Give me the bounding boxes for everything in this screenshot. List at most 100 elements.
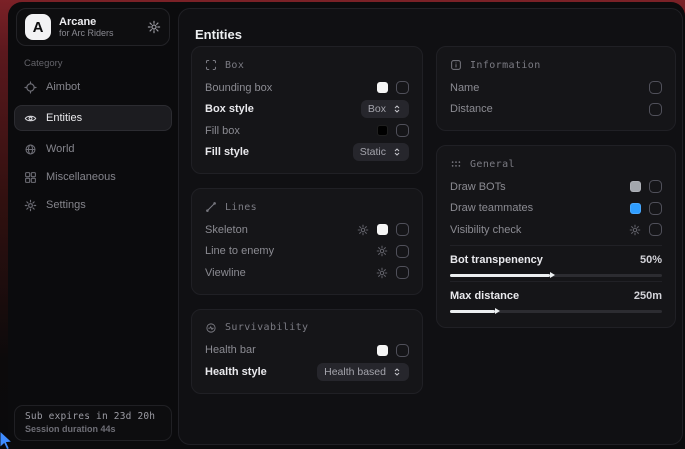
bounding-box-label: Bounding box (205, 82, 272, 94)
bot-transparency-label: Bot transpenency (450, 254, 543, 266)
sidebar-item-miscellaneous[interactable]: Miscellaneous (14, 165, 172, 189)
max-distance-slider-fill[interactable] (450, 310, 495, 313)
fill-box-checkbox[interactable] (396, 124, 409, 137)
viewline-checkbox[interactable] (396, 266, 409, 279)
sidebar-item-label: World (46, 143, 75, 155)
chevron-updown-icon (392, 104, 402, 114)
fill-box-color-swatch[interactable] (377, 125, 388, 136)
health-style-select[interactable]: Health based (317, 363, 409, 381)
box-style-row: Box style Box (205, 99, 409, 121)
sidebar-item-world[interactable]: World (14, 137, 172, 161)
info-icon (450, 59, 462, 71)
distance-checkbox[interactable] (649, 103, 662, 116)
distance-row: Distance (450, 99, 662, 121)
bounding-box-checkbox[interactable] (396, 81, 409, 94)
box-style-select[interactable]: Box (361, 100, 409, 118)
sidebar: A Arcane for Arc Riders Category Aimbot … (8, 2, 178, 449)
dots-grid-icon (450, 158, 462, 170)
left-column: Box Bounding box Box style Box (191, 46, 423, 408)
section-title: Survivability (225, 322, 308, 333)
draw-bots-label: Draw BOTs (450, 181, 506, 193)
brand-name: Arcane (59, 16, 139, 29)
fill-style-value: Static (360, 146, 386, 158)
sidebar-item-aimbot[interactable]: Aimbot (14, 75, 172, 99)
grid-icon (24, 171, 37, 184)
draw-teammates-color-swatch[interactable] (630, 203, 641, 214)
sidebar-item-label: Aimbot (46, 81, 80, 93)
draw-bots-color-swatch[interactable] (630, 181, 641, 192)
box-style-value: Box (368, 103, 386, 115)
divider (450, 245, 662, 246)
fill-style-row: Fill style Static (205, 142, 409, 164)
main-panel: Entities Box Bounding box (178, 8, 683, 445)
viewline-config-gear-icon[interactable] (376, 267, 388, 279)
sub-expiry-text: Sub expires in 23d 20h (25, 411, 161, 422)
brand-card: A Arcane for Arc Riders (16, 8, 170, 46)
draw-teammates-row: Draw teammates (450, 198, 662, 220)
health-style-value: Health based (324, 366, 386, 378)
diagonal-line-icon (205, 201, 217, 213)
bot-transparency-slider[interactable] (450, 274, 662, 277)
gear-icon (24, 199, 37, 212)
draw-bots-row: Draw BOTs (450, 176, 662, 198)
sidebar-item-entities[interactable]: Entities (14, 105, 172, 131)
skeleton-color-swatch[interactable] (377, 224, 388, 235)
visibility-check-row: Visibility check (450, 219, 662, 241)
health-bar-row: Health bar (205, 340, 409, 362)
survivability-card: Survivability Health bar Health style He… (191, 309, 423, 394)
max-distance-slider[interactable] (450, 310, 662, 313)
bounding-box-color-swatch[interactable] (377, 82, 388, 93)
bot-transparency-value: 50% (640, 254, 662, 266)
box-style-label: Box style (205, 103, 254, 115)
bot-transparency-row: Bot transpenency 50% (450, 251, 662, 269)
section-title: General (470, 159, 515, 170)
sidebar-nav: Aimbot Entities World Miscellaneous Sett… (14, 75, 172, 221)
bounding-box-row: Bounding box (205, 77, 409, 99)
section-title: Information (470, 60, 541, 71)
fill-style-select[interactable]: Static (353, 143, 409, 161)
name-label: Name (450, 82, 479, 94)
bot-transparency-slider-fill[interactable] (450, 274, 550, 277)
information-section-header: Information (450, 56, 662, 74)
app-window: A Arcane for Arc Riders Category Aimbot … (8, 2, 685, 449)
draw-teammates-label: Draw teammates (450, 202, 533, 214)
general-card: General Draw BOTs Draw teammates (436, 145, 676, 328)
globe-icon (24, 143, 37, 156)
name-checkbox[interactable] (649, 81, 662, 94)
chevron-updown-icon (392, 367, 402, 377)
brand-settings-gear-icon[interactable] (147, 20, 161, 34)
line-to-enemy-checkbox[interactable] (396, 245, 409, 258)
draw-bots-checkbox[interactable] (649, 180, 662, 193)
name-row: Name (450, 77, 662, 99)
entities-eye-icon (24, 112, 37, 125)
sidebar-item-label: Entities (46, 112, 82, 124)
skeleton-config-gear-icon[interactable] (357, 224, 369, 236)
lines-section-header: Lines (205, 198, 409, 216)
line-to-enemy-row: Line to enemy (205, 241, 409, 263)
brand-subtitle: for Arc Riders (59, 28, 139, 38)
line-to-enemy-label: Line to enemy (205, 245, 274, 257)
crosshair-icon (24, 81, 37, 94)
skeleton-checkbox[interactable] (396, 223, 409, 236)
health-bar-color-swatch[interactable] (377, 345, 388, 356)
brand-logo: A (25, 14, 51, 40)
viewline-row: Viewline (205, 262, 409, 284)
box-card: Box Bounding box Box style Box (191, 46, 423, 174)
subscription-info-card: Sub expires in 23d 20h Session duration … (14, 405, 172, 441)
corner-brackets-icon (205, 59, 217, 71)
sidebar-item-label: Settings (46, 199, 86, 211)
draw-teammates-checkbox[interactable] (649, 202, 662, 215)
health-bar-checkbox[interactable] (396, 344, 409, 357)
skeleton-row: Skeleton (205, 219, 409, 241)
lines-card: Lines Skeleton Line to enemy (191, 188, 423, 295)
viewline-label: Viewline (205, 267, 246, 279)
visibility-check-checkbox[interactable] (649, 223, 662, 236)
fill-box-row: Fill box (205, 120, 409, 142)
skeleton-label: Skeleton (205, 224, 248, 236)
line-to-enemy-config-gear-icon[interactable] (376, 245, 388, 257)
sidebar-item-settings[interactable]: Settings (14, 193, 172, 217)
information-card: Information Name Distance (436, 46, 676, 131)
mouse-cursor-icon (0, 430, 18, 449)
section-title: Box (225, 60, 244, 71)
visibility-check-config-gear-icon[interactable] (629, 224, 641, 236)
